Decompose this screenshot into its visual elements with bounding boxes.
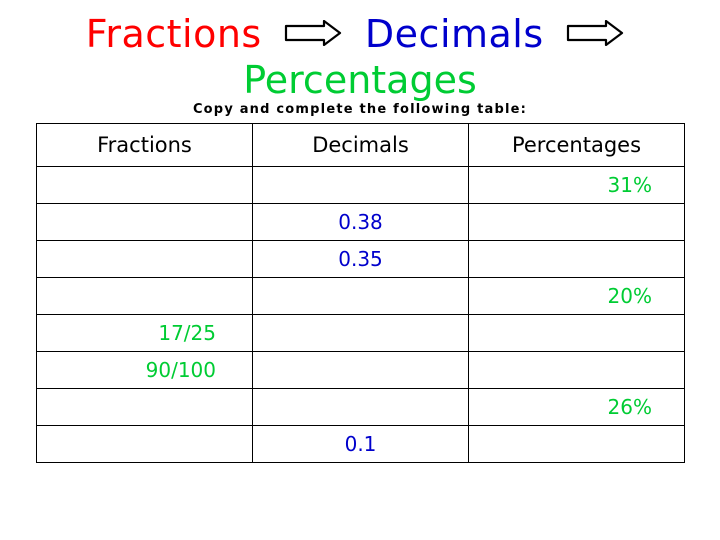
cell-percentage[interactable]: 26%	[468, 388, 685, 426]
table-row: 17/25	[36, 314, 685, 352]
table-body: Fractions Decimals Percentages 31% 0.38	[36, 123, 685, 463]
cell-decimal[interactable]	[252, 166, 469, 204]
cell-decimal[interactable]	[252, 277, 469, 315]
cell-decimal[interactable]: 0.35	[252, 240, 469, 278]
cell-decimal[interactable]	[252, 388, 469, 426]
cell-percentage[interactable]	[468, 240, 685, 278]
cell-percentage[interactable]: 31%	[468, 166, 685, 204]
table-row: 0.38	[36, 203, 685, 241]
table-header-row: Fractions Decimals Percentages	[36, 123, 685, 167]
cell-percentage[interactable]	[468, 314, 685, 352]
cell-decimal[interactable]: 0.1	[252, 425, 469, 463]
table-row: 20%	[36, 277, 685, 315]
cell-percentage[interactable]	[468, 351, 685, 389]
right-arrow-icon	[284, 19, 342, 46]
instruction-text: Copy and complete the following table:	[192, 102, 528, 117]
cell-fraction[interactable]: 90/100	[36, 351, 253, 389]
cell-decimal[interactable]	[252, 351, 469, 389]
cell-fraction[interactable]	[36, 388, 253, 426]
right-arrow-icon	[566, 19, 624, 46]
table-row: 90/100	[36, 351, 685, 389]
cell-decimal[interactable]: 0.38	[252, 203, 469, 241]
cell-percentage[interactable]	[468, 425, 685, 463]
page-title-line-1: Fractions Decimals	[0, 12, 720, 56]
cell-fraction[interactable]: 17/25	[36, 314, 253, 352]
cell-decimal[interactable]	[252, 314, 469, 352]
conversion-table-wrapper: Fractions Decimals Percentages 31% 0.38	[36, 123, 685, 463]
column-header-decimals: Decimals	[252, 123, 469, 167]
cell-fraction[interactable]	[36, 425, 253, 463]
worksheet-page: Fractions Decimals Percentages Copy and …	[0, 0, 720, 540]
cell-fraction[interactable]	[36, 277, 253, 315]
table-row: 31%	[36, 166, 685, 204]
cell-percentage[interactable]	[468, 203, 685, 241]
page-title-line-2: Percentages	[0, 58, 720, 102]
column-header-fractions: Fractions	[36, 123, 253, 167]
title-word-percentages: Percentages	[243, 58, 477, 102]
cell-fraction[interactable]	[36, 166, 253, 204]
column-header-percentages: Percentages	[468, 123, 685, 167]
cell-fraction[interactable]	[36, 203, 253, 241]
table-row: 26%	[36, 388, 685, 426]
title-word-decimals: Decimals	[364, 12, 544, 56]
cell-percentage[interactable]: 20%	[468, 277, 685, 315]
table-row: 0.35	[36, 240, 685, 278]
title-word-fractions: Fractions	[85, 12, 262, 56]
table-row: 0.1	[36, 425, 685, 463]
conversion-table: Fractions Decimals Percentages 31% 0.38	[36, 123, 685, 463]
cell-fraction[interactable]	[36, 240, 253, 278]
